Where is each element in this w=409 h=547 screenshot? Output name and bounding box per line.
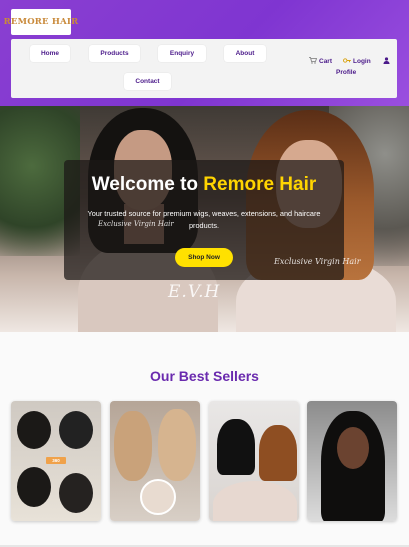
product-image-wig: [17, 411, 51, 449]
product-card[interactable]: [110, 401, 200, 521]
site-header: REMORE HAIR Home Products Enquiry About …: [0, 0, 409, 106]
hero-banner: Welcome to Remore Hair Your trusted sour…: [0, 106, 409, 332]
product-card[interactable]: [209, 401, 299, 521]
best-sellers-section: Our Best Sellers 360: [0, 332, 409, 547]
login-label: Login: [353, 58, 371, 65]
product-image-bust: [213, 481, 297, 521]
hero-title-brand: Remore Hair: [203, 174, 317, 195]
product-image-wig: [17, 467, 51, 507]
cart-link[interactable]: Cart: [309, 57, 332, 66]
product-image-inset: [140, 479, 176, 515]
product-image-wig: [158, 409, 196, 481]
hero-title-prefix: Welcome to: [91, 174, 198, 195]
nav-about-button[interactable]: About: [224, 45, 266, 62]
login-link[interactable]: Login: [343, 57, 371, 66]
cart-label: Cart: [319, 58, 333, 65]
user-icon: [383, 57, 390, 66]
product-image-wig: [259, 425, 297, 481]
watermark-bottom: E.V.H: [168, 282, 221, 302]
cart-icon: [309, 57, 318, 66]
watermark-left: Exclusive Virgin Hair: [98, 220, 174, 228]
product-image-wig: [59, 411, 93, 449]
nav-enquiry-button[interactable]: Enquiry: [158, 45, 206, 62]
product-badge: 360: [46, 457, 66, 464]
brand-logo[interactable]: REMORE HAIR: [4, 9, 78, 35]
main-nav: Home Products Enquiry About Contact Cart…: [11, 39, 397, 98]
nav-products-button[interactable]: Products: [89, 45, 140, 62]
watermark-right: Exclusive Virgin Hair: [274, 257, 361, 266]
shop-now-button[interactable]: Shop Now: [175, 248, 233, 267]
product-card[interactable]: [307, 401, 397, 521]
product-card[interactable]: 360: [11, 401, 101, 521]
product-image-wig: [217, 419, 255, 475]
nav-contact-button[interactable]: Contact: [124, 73, 171, 90]
hero-title: Welcome to Remore Hair: [64, 174, 344, 196]
product-image-wig: [59, 473, 93, 513]
key-icon: [343, 57, 351, 66]
best-sellers-title: Our Best Sellers: [150, 368, 259, 384]
nav-home-button[interactable]: Home: [30, 45, 70, 62]
profile-icon-link[interactable]: [383, 57, 392, 66]
logo-text: REMORE HAIR: [3, 17, 79, 27]
product-image-face: [337, 427, 369, 469]
profile-link[interactable]: Profile: [336, 69, 356, 76]
product-image-wig: [114, 411, 152, 481]
